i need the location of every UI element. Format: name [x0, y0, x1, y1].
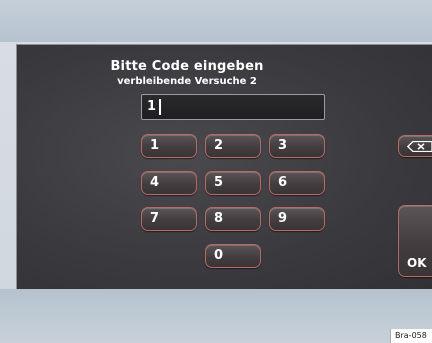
keypad-key-2[interactable]: 2: [205, 134, 261, 158]
ok-button-label: OK: [407, 256, 427, 270]
device-frame: Bitte Code eingeben verbleibende Versuch…: [0, 0, 432, 343]
keypad-key-4[interactable]: 4: [141, 171, 197, 195]
keypad-key-9[interactable]: 9: [269, 207, 325, 231]
figure-reference-label: Bra-058: [390, 329, 432, 343]
backspace-icon: [407, 141, 432, 152]
keypad-key-7[interactable]: 7: [141, 207, 197, 231]
keypad-key-5[interactable]: 5: [205, 171, 261, 195]
remaining-attempts-label: verbleibende Versuche 2: [117, 76, 257, 87]
text-cursor: [159, 99, 161, 115]
ok-button[interactable]: OK: [398, 205, 432, 277]
keypad-key-0[interactable]: 0: [205, 244, 261, 268]
keypad-key-6[interactable]: 6: [269, 171, 325, 195]
keypad-key-3[interactable]: 3: [269, 134, 325, 158]
code-input-field[interactable]: 1: [141, 94, 325, 120]
code-entry-screen: Bitte Code eingeben verbleibende Versuch…: [16, 44, 432, 289]
top-blurred-strip: [0, 0, 432, 42]
bottom-blurred-strip: [0, 289, 432, 343]
code-input-value: 1: [147, 99, 157, 114]
keypad-key-8[interactable]: 8: [205, 207, 261, 231]
prompt-title: Bitte Code eingeben: [110, 59, 264, 74]
backspace-button[interactable]: [398, 135, 432, 157]
keypad-key-1[interactable]: 1: [141, 134, 197, 158]
